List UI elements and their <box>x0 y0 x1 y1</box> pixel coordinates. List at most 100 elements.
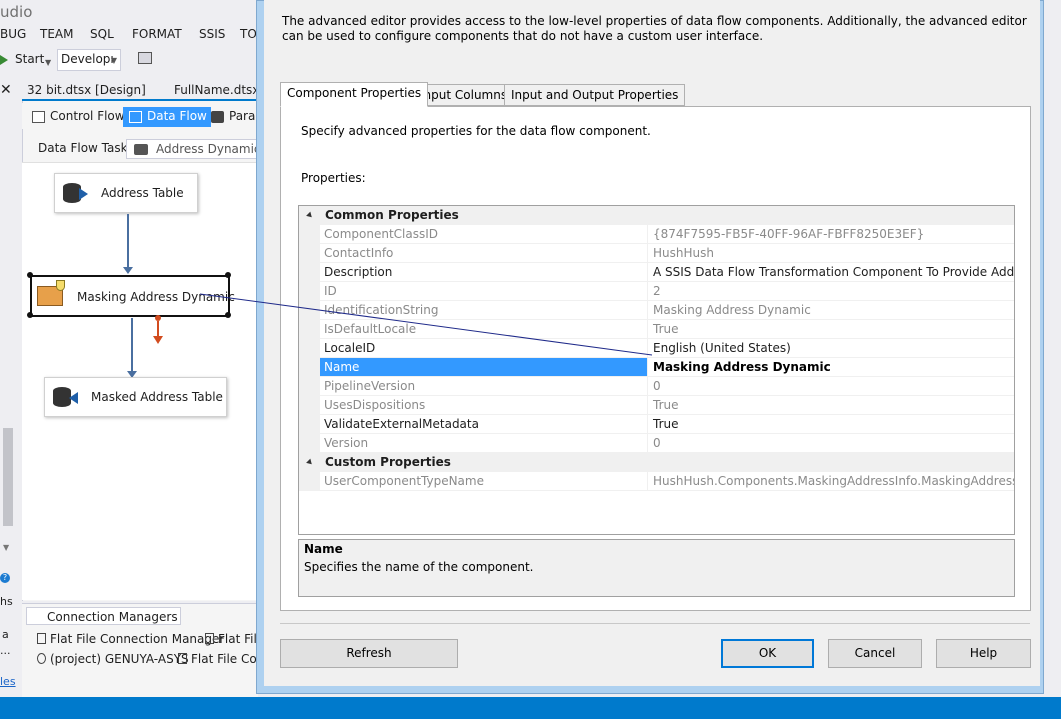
property-row-version[interactable]: Version 0 <box>299 434 1014 453</box>
property-value[interactable]: HushHush <box>647 244 1014 263</box>
grid-gutter <box>299 263 320 282</box>
data-path[interactable] <box>131 318 133 372</box>
property-row-pipelineversion[interactable]: PipelineVersion 0 <box>299 377 1014 396</box>
property-name: Description <box>320 263 647 282</box>
side-text-fragment: a <box>2 628 9 641</box>
dialog-separator <box>280 623 1030 624</box>
left-tool-strip <box>0 100 22 700</box>
help-icon[interactable]: ? <box>0 573 10 583</box>
start-button[interactable]: Start <box>15 52 44 66</box>
property-row-usercomponenttypename[interactable]: UserComponentTypeName HushHush.Component… <box>299 472 1014 491</box>
resize-handle[interactable] <box>27 312 33 318</box>
connection-manager-label: (project) GENUYA-ASYS <box>50 652 189 666</box>
grid-gutter <box>299 434 320 453</box>
doc-tab-fullname[interactable]: FullName.dtsx [ <box>174 83 268 97</box>
tab-page-description: Specify advanced properties for the data… <box>301 124 651 138</box>
menu-debug[interactable]: BUG <box>0 27 26 41</box>
destination-node[interactable]: Masked Address Table <box>44 377 227 417</box>
resize-handle[interactable] <box>225 312 231 318</box>
flat-file-icon <box>205 633 214 644</box>
grid-gutter <box>299 415 320 434</box>
property-value[interactable]: 0 <box>647 377 1014 396</box>
side-link[interactable]: les <box>0 675 16 688</box>
deploy-icon[interactable] <box>138 52 152 64</box>
ok-button[interactable]: OK <box>721 639 814 668</box>
connection-manager-item[interactable]: (project) GENUYA-ASYS <box>37 652 189 666</box>
grid-gutter <box>299 339 320 358</box>
grid-gutter <box>299 358 320 377</box>
tab-control-flow[interactable]: Control Flow <box>26 107 129 127</box>
source-node[interactable]: Address Table <box>54 173 198 213</box>
property-row-id[interactable]: ID 2 <box>299 282 1014 301</box>
solution-configuration-select[interactable]: Developı ▼ <box>57 49 121 71</box>
scrollbar-thumb[interactable] <box>3 428 13 526</box>
arrow-down-icon <box>123 267 133 274</box>
property-value[interactable]: 2 <box>647 282 1014 301</box>
property-value[interactable]: English (United States) <box>647 339 1014 358</box>
chevron-down-icon[interactable]: ▼ <box>45 58 51 67</box>
status-bar <box>0 697 1061 719</box>
menu-tools[interactable]: TO <box>240 27 257 41</box>
start-icon[interactable] <box>0 55 8 65</box>
property-name: IdentificationString <box>320 301 647 320</box>
tab-component-properties[interactable]: Component Properties <box>280 82 429 107</box>
scroll-down-icon[interactable]: ▼ <box>3 543 9 552</box>
property-value[interactable]: Masking Address Dynamic <box>647 358 1014 377</box>
data-flow-canvas[interactable]: Address Table Masking Address Dynamic Ma… <box>22 162 258 600</box>
property-row-componentclassid[interactable]: ComponentClassID {874F7595-FB5F-40FF-96A… <box>299 225 1014 244</box>
property-row-isdefaultlocale[interactable]: IsDefaultLocale True <box>299 320 1014 339</box>
property-value[interactable]: HushHush.Components.MaskingAddressInfo.M… <box>647 472 1014 491</box>
project-connection-icon <box>37 653 46 664</box>
menu-team[interactable]: TEAM <box>40 27 73 41</box>
error-arrow-icon <box>153 336 163 344</box>
refresh-button[interactable]: Refresh <box>280 639 458 668</box>
dialog-description: The advanced editor provides access to t… <box>282 14 1027 43</box>
close-icon[interactable]: ✕ <box>0 82 12 98</box>
property-value[interactable]: True <box>647 320 1014 339</box>
data-flow-task-select[interactable]: Address Dynamic <box>126 139 266 159</box>
property-row-contactinfo[interactable]: ContactInfo HushHush <box>299 244 1014 263</box>
property-value[interactable]: A SSIS Data Flow Transformation Componen… <box>647 263 1014 282</box>
property-value[interactable]: True <box>647 415 1014 434</box>
flat-file-icon <box>37 633 46 644</box>
category-custom-properties[interactable]: Custom Properties <box>299 453 1014 472</box>
tab-input-columns[interactable]: Input Columns <box>413 84 515 106</box>
property-value[interactable]: {874F7595-FB5F-40FF-96AF-FBFF8250E3EF} <box>647 225 1014 244</box>
tab-data-flow[interactable]: Data Flow <box>123 107 211 127</box>
property-row-description[interactable]: Description A SSIS Data Flow Transformat… <box>299 263 1014 282</box>
category-fill <box>647 206 1014 225</box>
data-flow-icon <box>129 111 142 123</box>
tab-input-output-properties[interactable]: Input and Output Properties <box>504 84 686 106</box>
property-row-localeid[interactable]: LocaleID English (United States) <box>299 339 1014 358</box>
connection-manager-item[interactable]: Flat File Connection Manager <box>37 632 224 646</box>
chevron-down-icon: ▼ <box>110 56 117 65</box>
help-button[interactable]: Help <box>936 639 1031 668</box>
property-grid[interactable]: Common Properties ComponentClassID {874F… <box>298 205 1015 535</box>
grid-gutter <box>299 472 320 491</box>
property-name: ContactInfo <box>320 244 647 263</box>
category-common-properties[interactable]: Common Properties <box>299 206 1014 225</box>
grid-gutter <box>299 225 320 244</box>
property-row-name[interactable]: Name Masking Address Dynamic <box>299 358 1014 377</box>
property-value[interactable]: 0 <box>647 434 1014 453</box>
cancel-button[interactable]: Cancel <box>828 639 922 668</box>
tab-connection-managers[interactable]: Connection Managers <box>26 607 181 625</box>
property-value[interactable]: Masking Address Dynamic <box>647 301 1014 320</box>
property-row-identificationstring[interactable]: IdentificationString Masking Address Dyn… <box>299 301 1014 320</box>
data-path[interactable] <box>127 214 129 268</box>
grid-gutter <box>299 396 320 415</box>
transform-node[interactable]: Masking Address Dynamic <box>30 275 235 317</box>
resize-handle[interactable] <box>225 272 231 278</box>
menu-sql[interactable]: SQL <box>90 27 114 41</box>
menu-ssis[interactable]: SSIS <box>199 27 225 41</box>
resize-handle[interactable] <box>27 272 33 278</box>
window-title: udio <box>0 3 33 21</box>
menu-format[interactable]: FORMAT <box>132 27 182 41</box>
error-path[interactable] <box>157 321 159 337</box>
property-row-validateexternalmetadata[interactable]: ValidateExternalMetadata True <box>299 415 1014 434</box>
doc-tab-32bit[interactable]: 32 bit.dtsx [Design] <box>27 83 146 97</box>
property-value[interactable]: True <box>647 396 1014 415</box>
property-name: IsDefaultLocale <box>320 320 647 339</box>
property-name: LocaleID <box>320 339 647 358</box>
property-row-usesdispositions[interactable]: UsesDispositions True <box>299 396 1014 415</box>
